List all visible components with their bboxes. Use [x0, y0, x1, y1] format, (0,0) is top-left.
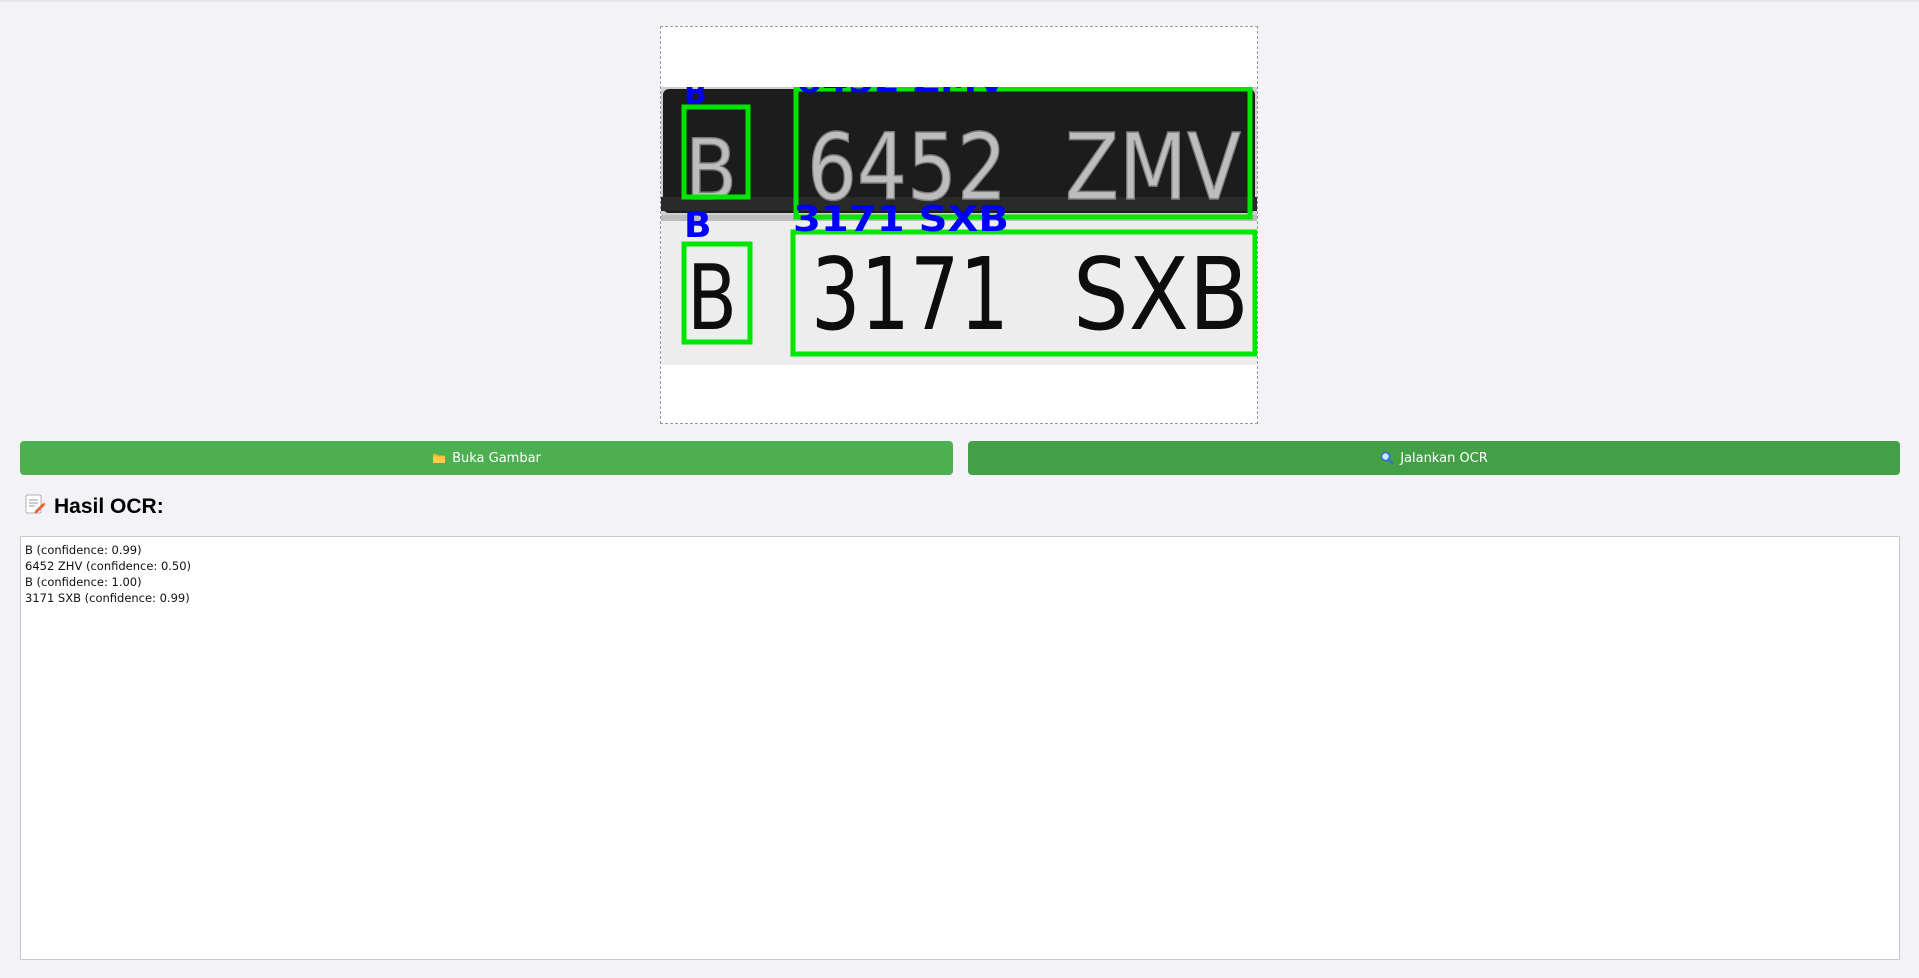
output-line: B (confidence: 0.99)	[25, 543, 142, 557]
plate-bottom-number: 3171	[811, 236, 1009, 353]
plate-bottom-suffix: SXB	[1073, 236, 1249, 353]
output-line: B (confidence: 1.00)	[25, 575, 142, 589]
plate-bottom-region: B	[687, 246, 737, 351]
run-ocr-label: Jalankan OCR	[1400, 450, 1488, 466]
image-preview: B 6452 ZMV B 3171 SXB B 6452 ZMV B 3171 …	[660, 26, 1258, 424]
license-plate-image: B 6452 ZMV B 3171 SXB B 6452 ZMV B 3171 …	[661, 87, 1257, 365]
ocr-result-heading: Hasil OCR:	[24, 493, 164, 521]
annotation-label: 3171 SXB	[793, 199, 1009, 240]
plate-top-suffix: ZMV	[1065, 114, 1241, 221]
run-ocr-button[interactable]: Jalankan OCR	[968, 441, 1900, 475]
folder-icon	[432, 451, 446, 465]
top-border	[0, 0, 1919, 2]
open-image-label: Buka Gambar	[452, 450, 541, 466]
magnifier-icon	[1380, 451, 1394, 465]
output-line: 6452 ZHV (confidence: 0.50)	[25, 559, 192, 573]
annotation-label: B	[684, 87, 707, 111]
output-line: 3171 SXB (confidence: 0.99)	[25, 591, 190, 605]
memo-icon	[24, 493, 46, 521]
ocr-result-title: Hasil OCR:	[54, 495, 164, 518]
annotation-label: B	[684, 205, 711, 246]
ocr-output-textarea[interactable]: B (confidence: 0.99) 6452 ZHV (confidence…	[20, 536, 1900, 960]
annotation-label: 6452 ZMV	[796, 87, 1007, 100]
open-image-button[interactable]: Buka Gambar	[20, 441, 953, 475]
